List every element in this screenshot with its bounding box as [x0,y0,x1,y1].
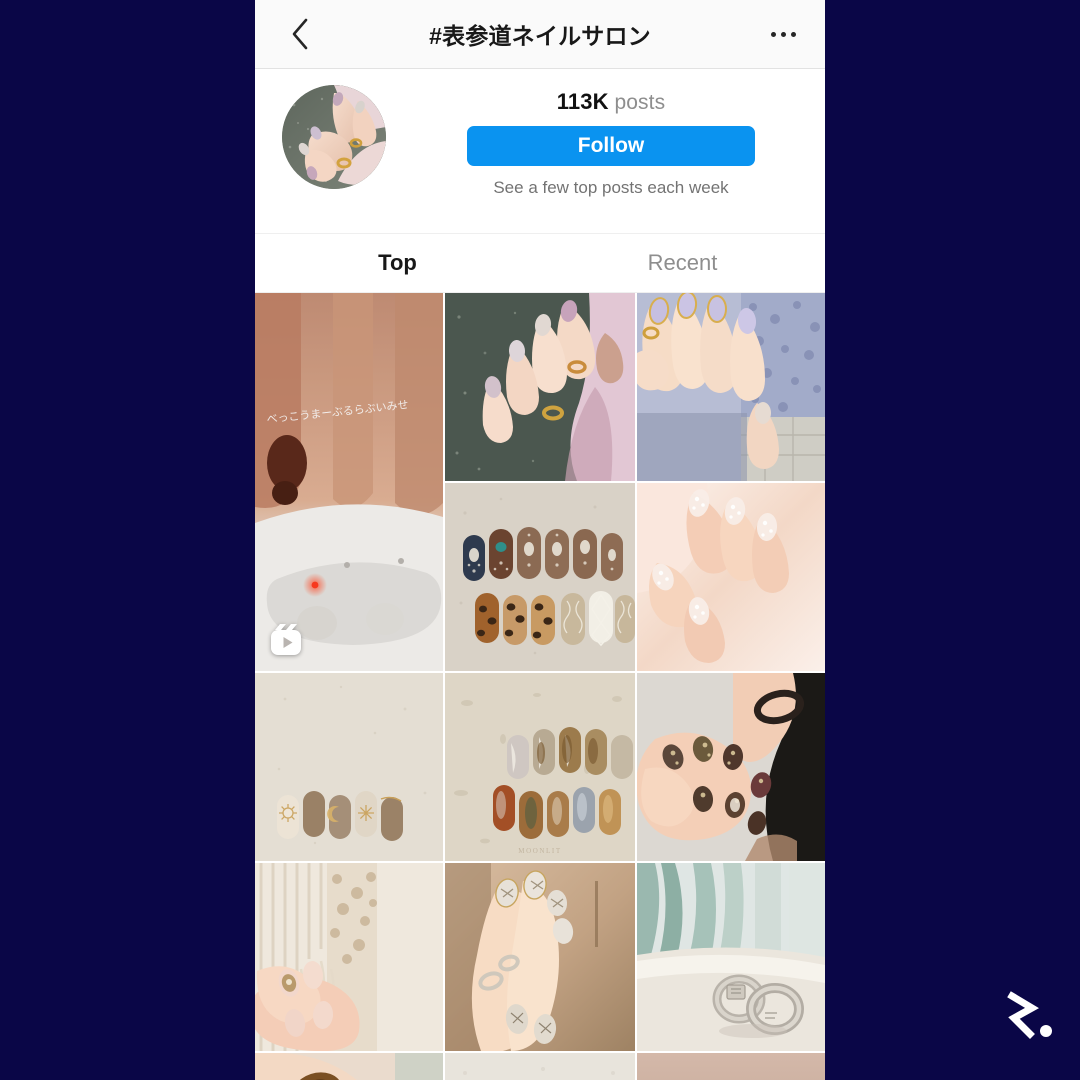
chevron-left-icon [290,17,310,51]
tab-recent[interactable]: Recent [540,234,825,292]
grid-item-photo[interactable] [445,1053,635,1080]
hashtag-meta: 113K posts Follow See a few top posts ea… [415,69,807,198]
back-button[interactable] [273,0,327,68]
page-title: #表参道ネイルサロン [429,23,651,49]
grid-item-photo[interactable] [445,293,635,481]
grid-item-photo[interactable] [637,863,825,1051]
post-count-line: 113K posts [557,89,665,115]
tab-top[interactable]: Top [255,234,540,292]
avatar[interactable] [282,85,386,189]
ellipsis-icon [770,31,796,37]
grid-item-photo[interactable] [637,293,825,481]
grid-item-photo[interactable] [255,863,443,1051]
grid-item-photo[interactable] [255,673,443,861]
grid-item-photo[interactable] [637,483,825,671]
grid-item-photo[interactable] [445,863,635,1051]
zigzag-dot-logo-icon [996,984,1058,1046]
reels-icon [267,621,305,659]
follow-subtitle: See a few top posts each week [493,178,729,197]
grid-item-reel[interactable]: べっこうまーぶるらぶいみせ [255,293,443,671]
phone-frame: #表参道ネイルサロン 113K posts Follow See a few t… [255,0,825,1080]
top-navigation-bar: #表参道ネイルサロン [255,0,825,69]
post-count: 113K [556,89,609,114]
grid-item-photo[interactable] [255,1053,443,1080]
screenshot-root: #表参道ネイルサロン 113K posts Follow See a few t… [0,0,1080,1080]
grid-item-photo[interactable] [637,673,825,861]
content-tabs: Top Recent [255,234,825,293]
grid-item-photo[interactable] [637,1053,825,1080]
grid-item-photo[interactable]: MOONLIT [445,673,635,861]
post-grid: べっこうまーぶるらぶいみせ MOONLIT [255,293,825,1080]
more-options-button[interactable] [757,0,809,68]
grid-item-photo[interactable] [445,483,635,671]
hashtag-header: 113K posts Follow See a few top posts ea… [255,69,825,234]
follow-button[interactable]: Follow [467,126,755,166]
post-count-label: posts [614,91,666,114]
svg-text:MOONLIT: MOONLIT [518,847,561,855]
